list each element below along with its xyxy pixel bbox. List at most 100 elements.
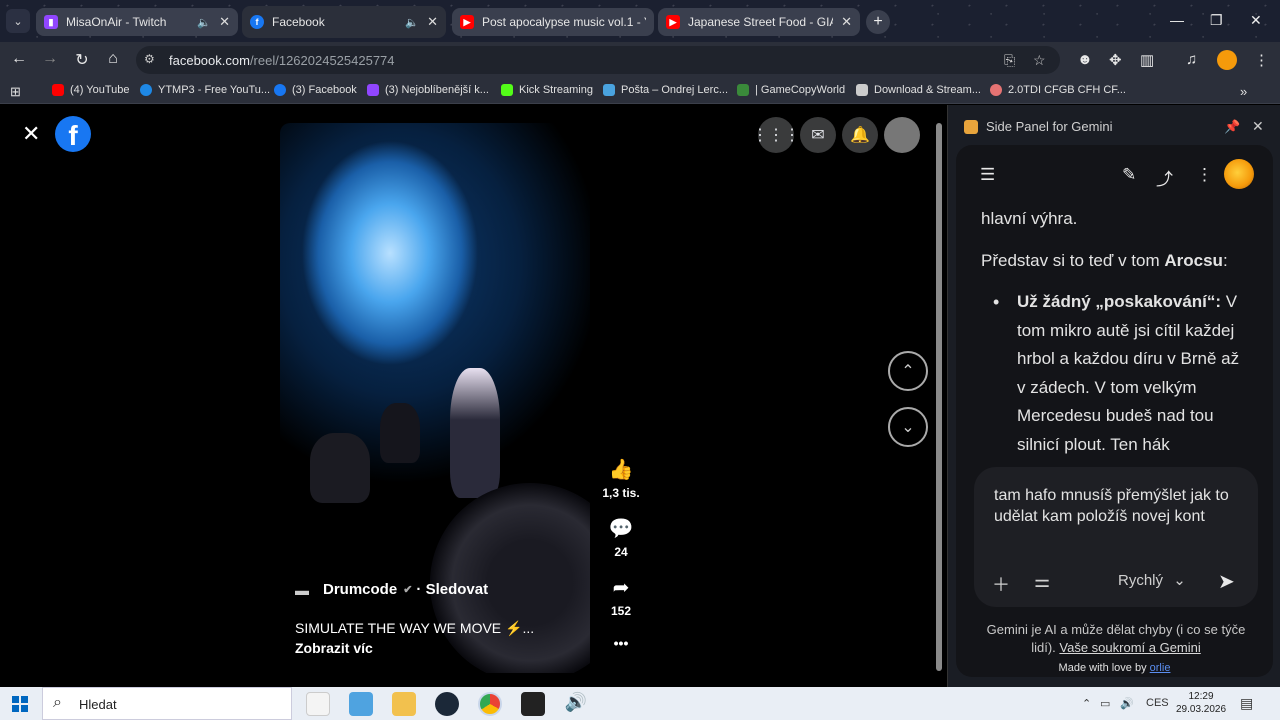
- like-button[interactable]: 👍 1,3 tis.: [600, 457, 642, 500]
- notification-center-icon[interactable]: ▤: [1240, 695, 1253, 712]
- bookmark-youtube[interactable]: (4) YouTube: [52, 84, 130, 96]
- user-avatar[interactable]: [1224, 159, 1254, 189]
- new-chat-icon[interactable]: ✎: [1122, 165, 1136, 185]
- menu-grid-icon[interactable]: ⋮⋮⋮: [752, 117, 800, 153]
- tab-twitch[interactable]: ▮ MisaOnAir - Twitch 🔈 ✕: [36, 8, 238, 36]
- menu-kebab-icon[interactable]: ⋮: [1254, 51, 1269, 69]
- chrome-icon[interactable]: [478, 692, 502, 716]
- taskbar-search[interactable]: ⌕ Hledat: [42, 687, 292, 720]
- windows-start-icon[interactable]: [12, 696, 28, 712]
- install-app-icon[interactable]: ⎘: [1004, 52, 1015, 69]
- add-icon[interactable]: ＋: [992, 571, 1010, 597]
- page-scrollbar[interactable]: [935, 113, 943, 683]
- bookmarks-bar: ⊞ (4) YouTube YTMP3 - Free YouTu... (3) …: [0, 78, 1280, 104]
- tab-facebook[interactable]: f Facebook 🔈 ✕: [242, 6, 446, 38]
- taskbar-clock[interactable]: 12:29 29.03.2026: [1176, 690, 1226, 716]
- extension-face-icon[interactable]: ☻: [1077, 51, 1093, 68]
- author-link[interactable]: orlie: [1150, 662, 1171, 674]
- bookmark-facebook[interactable]: (3) Facebook: [274, 84, 357, 96]
- close-tab-icon[interactable]: ✕: [427, 14, 438, 30]
- follow-link[interactable]: · Sledovat: [416, 581, 488, 598]
- network-icon[interactable]: ▭: [1100, 697, 1110, 710]
- share-icon[interactable]: ⤴: [1156, 165, 1173, 190]
- photos-icon[interactable]: [349, 692, 373, 716]
- made-with-love: Made with love by orlie: [1058, 662, 1171, 674]
- extensions-puzzle-icon[interactable]: ✥: [1109, 51, 1122, 69]
- forward-icon[interactable]: →: [40, 50, 60, 68]
- previous-reel-button[interactable]: ⌃: [888, 351, 928, 391]
- home-icon[interactable]: ⌂: [103, 50, 123, 68]
- language-indicator[interactable]: CES: [1146, 697, 1169, 709]
- speaker-icon[interactable]: 🔈: [197, 16, 211, 29]
- facebook-logo[interactable]: f: [55, 116, 91, 152]
- building-icon: [856, 84, 868, 96]
- bookmark-star-icon[interactable]: ☆: [1033, 52, 1046, 69]
- site-info-icon[interactable]: ⚙: [144, 52, 155, 66]
- share-count: 152: [610, 604, 632, 618]
- model-selector[interactable]: Rychlý ⌄: [1118, 571, 1186, 589]
- media-control-icon[interactable]: ♫: [1186, 51, 1197, 68]
- notifications-bell-icon[interactable]: 🔔: [842, 117, 878, 153]
- prompt-composer[interactable]: tam hafo mnusíš přemýšlet jak to udělat …: [974, 467, 1258, 607]
- bookmark-ytmp3[interactable]: YTMP3 - Free YouTu...: [140, 84, 270, 96]
- bookmark-twitch[interactable]: (3) Nejoblíbenější k...: [367, 84, 489, 96]
- pin-icon[interactable]: 📌: [1224, 119, 1240, 135]
- apps-grid-icon[interactable]: ⊞: [10, 84, 21, 100]
- side-panel-title: Side Panel for Gemini: [986, 119, 1113, 134]
- audio-app-icon[interactable]: 🔊: [564, 692, 588, 716]
- tab-youtube-food[interactable]: ▶ Japanese Street Food - GIANT A ✕: [658, 8, 860, 36]
- browser-tab-strip: ⌄ ▮ MisaOnAir - Twitch 🔈 ✕ f Facebook 🔈 …: [0, 0, 1280, 42]
- speaker-icon[interactable]: 🔈: [405, 16, 419, 29]
- youtube-icon: [52, 84, 64, 96]
- bookmark-posta[interactable]: Pošta – Ondrej Lerc...: [603, 84, 728, 96]
- close-side-panel-icon[interactable]: ✕: [1252, 118, 1264, 135]
- show-hidden-icons[interactable]: ⌃: [1082, 697, 1091, 710]
- comment-button[interactable]: 💬 24: [600, 516, 642, 559]
- close-reel-icon[interactable]: ✕: [22, 121, 40, 147]
- tab-youtube-music[interactable]: ▶ Post apocalypse music vol.1 - Y: [452, 8, 654, 36]
- file-icon[interactable]: [306, 692, 330, 716]
- hamburger-menu-icon[interactable]: ☰: [980, 165, 995, 185]
- restore-icon[interactable]: ❐: [1210, 12, 1223, 29]
- tools-sliders-icon[interactable]: ⚌: [1034, 571, 1050, 592]
- more-options-button[interactable]: •••: [600, 635, 642, 651]
- chevron-down-icon: ⌄: [1173, 572, 1186, 589]
- volume-icon[interactable]: 🔊: [1120, 697, 1134, 710]
- new-tab-button[interactable]: +: [866, 10, 890, 34]
- windows-taskbar: ⌕ Hledat 🔊 ⌃ ▭ 🔊 CES 12:29 29.03.2026 ▤: [0, 687, 1280, 720]
- profile-avatar[interactable]: [1217, 50, 1237, 70]
- kebab-menu-icon[interactable]: ⋮: [1196, 165, 1213, 185]
- bookmark-tdi[interactable]: 2.0TDI CFGB CFH CF...: [990, 84, 1126, 96]
- privacy-link[interactable]: Vaše soukromí a Gemini: [1059, 640, 1200, 655]
- bookmark-kick[interactable]: Kick Streaming: [501, 84, 593, 96]
- side-panel-icon[interactable]: ▥: [1140, 51, 1154, 69]
- tab-search-button[interactable]: ⌄: [6, 9, 30, 33]
- share-button[interactable]: ➦ 152: [600, 575, 642, 618]
- address-bar[interactable]: ⚙ facebook.com/reel/1262024525425774 ⎘ ☆: [136, 46, 1060, 74]
- prompt-input[interactable]: tam hafo mnusíš přemýšlet jak to udělat …: [994, 485, 1234, 527]
- file-explorer-icon[interactable]: [392, 692, 416, 716]
- close-window-icon[interactable]: ✕: [1250, 12, 1262, 29]
- profile-avatar[interactable]: [884, 117, 920, 153]
- tab-title: Post apocalypse music vol.1 - Y: [482, 15, 646, 29]
- next-reel-button[interactable]: ⌄: [888, 407, 928, 447]
- side-panel-header: Side Panel for Gemini: [964, 119, 1112, 134]
- chat-paragraph: hlavní výhra.: [981, 209, 1078, 228]
- verified-icon: ✔: [403, 584, 413, 596]
- bookmark-gamecopyworld[interactable]: | GameCopyWorld: [737, 84, 845, 96]
- send-icon[interactable]: ➤: [1218, 569, 1235, 594]
- minimize-icon[interactable]: —: [1170, 12, 1184, 28]
- author-name[interactable]: Drumcode: [323, 581, 397, 598]
- close-tab-icon[interactable]: ✕: [219, 14, 230, 30]
- app-a-icon[interactable]: [521, 692, 545, 716]
- more-bookmarks-icon[interactable]: »: [1240, 84, 1247, 99]
- close-tab-icon[interactable]: ✕: [841, 14, 852, 30]
- steam-icon[interactable]: [435, 692, 459, 716]
- messenger-icon[interactable]: ✉: [800, 117, 836, 153]
- back-icon[interactable]: ←: [9, 50, 29, 68]
- bookmark-download-stream[interactable]: Download & Stream...: [856, 84, 981, 96]
- show-more-link[interactable]: Zobrazit víc: [295, 640, 373, 656]
- gemini-side-panel: Side Panel for Gemini 📌 ✕ ☰ ✎ ⤴ ⋮ hlavní…: [947, 105, 1280, 687]
- chat-paragraph: Představ si to teď v tom Arocsu:: [981, 250, 1228, 270]
- reload-icon[interactable]: ↻: [72, 50, 92, 70]
